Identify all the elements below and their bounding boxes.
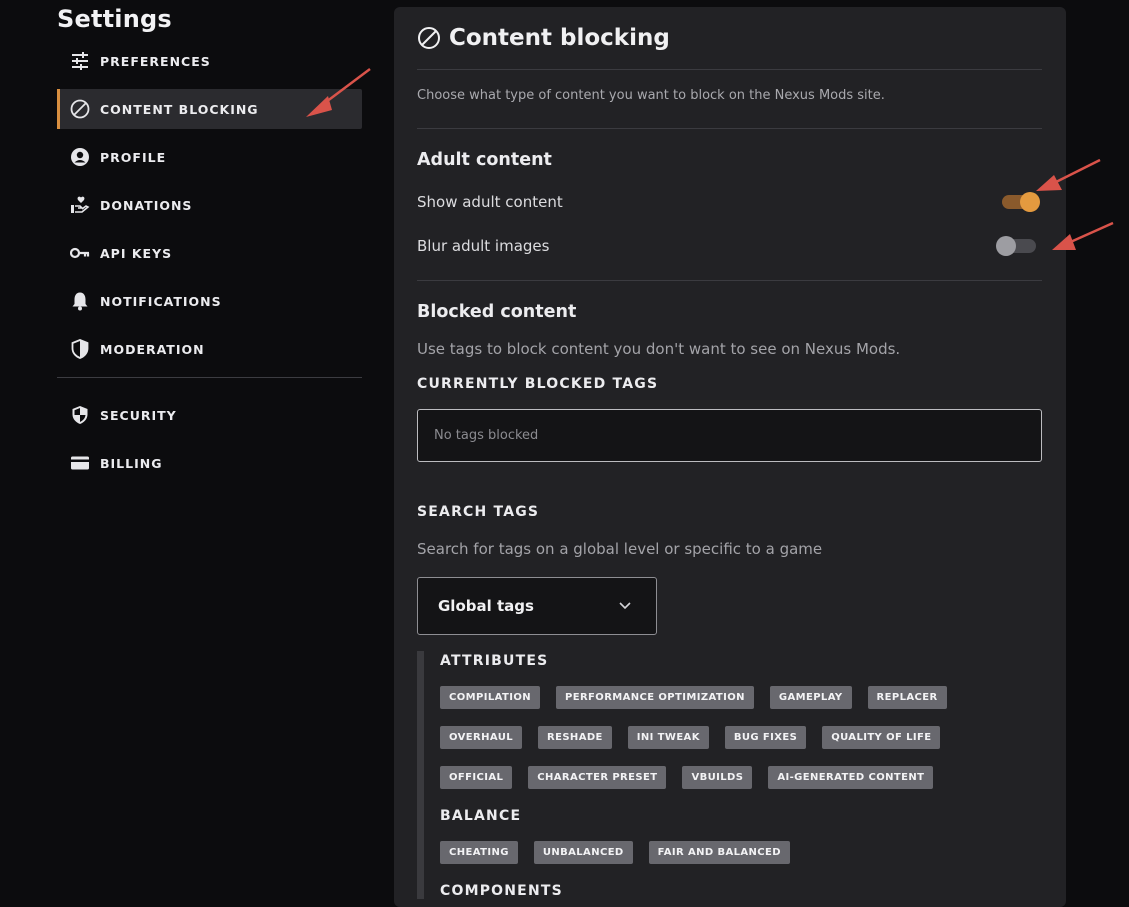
tag-chip[interactable]: VBUILDS xyxy=(682,766,753,789)
tag-chip[interactable]: PERFORMANCE OPTIMIZATION xyxy=(556,686,754,709)
nav-label: BILLING xyxy=(100,455,163,471)
hand-heart-icon xyxy=(70,195,90,215)
nav-item-notifications[interactable]: NOTIFICATIONS xyxy=(57,281,362,321)
nav-label: PREFERENCES xyxy=(100,53,211,69)
nav-item-profile[interactable]: PROFILE xyxy=(57,137,362,177)
chevron-down-icon xyxy=(619,602,631,610)
group-heading: ATTRIBUTES xyxy=(440,653,549,669)
tag-chip[interactable]: OFFICIAL xyxy=(440,766,513,789)
search-tags-heading: SEARCH TAGS xyxy=(417,504,540,520)
tag-chip[interactable]: BUG FIXES xyxy=(724,726,807,749)
blur-adult-row: Blur adult images xyxy=(417,234,1042,258)
nav-item-billing[interactable]: BILLING xyxy=(57,443,362,483)
blocked-content-description: Use tags to block content you don't want… xyxy=(417,340,901,358)
credit-card-icon xyxy=(70,453,90,473)
nav-item-donations[interactable]: DONATIONS xyxy=(57,185,362,225)
tag-chip[interactable]: COMPILATION xyxy=(440,686,540,709)
tag-chip[interactable]: OVERHAUL xyxy=(440,726,522,749)
block-icon xyxy=(418,27,440,49)
page-title: Content blocking xyxy=(449,25,670,51)
tag-chips: CHEATING UNBALANCED FAIR AND BALANCED xyxy=(440,841,1042,881)
nav-label: API KEYS xyxy=(100,245,173,261)
nav-label: NOTIFICATIONS xyxy=(100,293,222,309)
search-tags-section: SEARCH TAGS Search for tags on a global … xyxy=(417,504,1042,899)
user-icon xyxy=(70,147,90,167)
adult-content-heading: Adult content xyxy=(417,150,552,170)
tag-chip[interactable]: INI TWEAK xyxy=(627,726,709,749)
toggle-knob xyxy=(996,236,1016,256)
shield-half-icon xyxy=(70,339,90,359)
nav-label: DONATIONS xyxy=(100,197,193,213)
blur-adult-toggle[interactable] xyxy=(996,236,1036,256)
tag-chip[interactable]: FAIR AND BALANCED xyxy=(648,841,790,864)
nav-label: MODERATION xyxy=(100,341,205,357)
group-bar xyxy=(417,651,424,806)
key-icon xyxy=(70,243,90,263)
show-adult-label: Show adult content xyxy=(417,193,563,211)
tag-group-components: COMPONENTS xyxy=(417,881,1042,899)
show-adult-row: Show adult content xyxy=(417,190,1042,214)
annotation-arrow xyxy=(1052,221,1114,250)
nav-item-security[interactable]: SECURITY xyxy=(57,395,362,435)
tag-chip[interactable]: CHARACTER PRESET xyxy=(528,766,667,789)
tag-scope-select[interactable]: Global tags xyxy=(417,577,657,635)
panel-header: Content blocking xyxy=(417,7,1042,70)
annotation-arrow xyxy=(1036,158,1101,191)
nav-divider xyxy=(57,377,362,378)
empty-tags-text: No tags blocked xyxy=(434,428,539,443)
shield-check-icon xyxy=(70,405,90,425)
nav-label: SECURITY xyxy=(100,407,177,423)
search-tags-description: Search for tags on a global level or spe… xyxy=(417,540,823,558)
group-bar xyxy=(417,806,424,881)
tag-group-attributes: ATTRIBUTES COMPILATION PERFORMANCE OPTIMI… xyxy=(417,651,1042,806)
group-heading: COMPONENTS xyxy=(440,883,563,899)
settings-title: Settings xyxy=(57,5,172,33)
blur-adult-label: Blur adult images xyxy=(417,237,550,255)
tag-chip[interactable]: GAMEPLAY xyxy=(769,686,852,709)
annotation-arrow xyxy=(306,68,371,117)
tag-chip[interactable]: RESHADE xyxy=(538,726,612,749)
blocked-tags-box[interactable]: No tags blocked xyxy=(417,409,1042,462)
tag-chips: COMPILATION PERFORMANCE OPTIMIZATION GAMEP… xyxy=(440,686,1042,806)
tag-chip[interactable]: CHEATING xyxy=(440,841,518,864)
nav-item-moderation[interactable]: MODERATION xyxy=(57,329,362,369)
currently-blocked-heading: CURRENTLY BLOCKED TAGS xyxy=(417,376,659,392)
sliders-icon xyxy=(70,51,90,71)
group-heading: BALANCE xyxy=(440,808,522,824)
tag-chip[interactable]: REPLACER xyxy=(867,686,947,709)
tag-chip[interactable]: UNBALANCED xyxy=(533,841,633,864)
content-blocking-panel: Content blocking Choose what type of con… xyxy=(394,7,1066,907)
page-description: Choose what type of content you want to … xyxy=(417,70,1042,129)
blocked-content-heading: Blocked content xyxy=(417,302,577,322)
nav-label: CONTENT BLOCKING xyxy=(100,101,259,117)
nav-label: PROFILE xyxy=(100,149,167,165)
tag-chip[interactable]: QUALITY OF LIFE xyxy=(822,726,941,749)
tag-scope-value: Global tags xyxy=(438,597,534,615)
nav-item-api-keys[interactable]: API KEYS xyxy=(57,233,362,273)
group-bar xyxy=(417,881,424,899)
bell-icon xyxy=(70,291,90,311)
tag-group-balance: BALANCE CHEATING UNBALANCED FAIR AND BALAN… xyxy=(417,806,1042,881)
tag-chip[interactable]: AI-GENERATED CONTENT xyxy=(768,766,934,789)
blocked-content-section: Blocked content Use tags to block conten… xyxy=(417,302,1042,462)
block-icon xyxy=(70,99,90,119)
adult-content-section: Adult content Show adult content Blur ad… xyxy=(417,129,1042,281)
show-adult-toggle[interactable] xyxy=(1002,192,1040,212)
